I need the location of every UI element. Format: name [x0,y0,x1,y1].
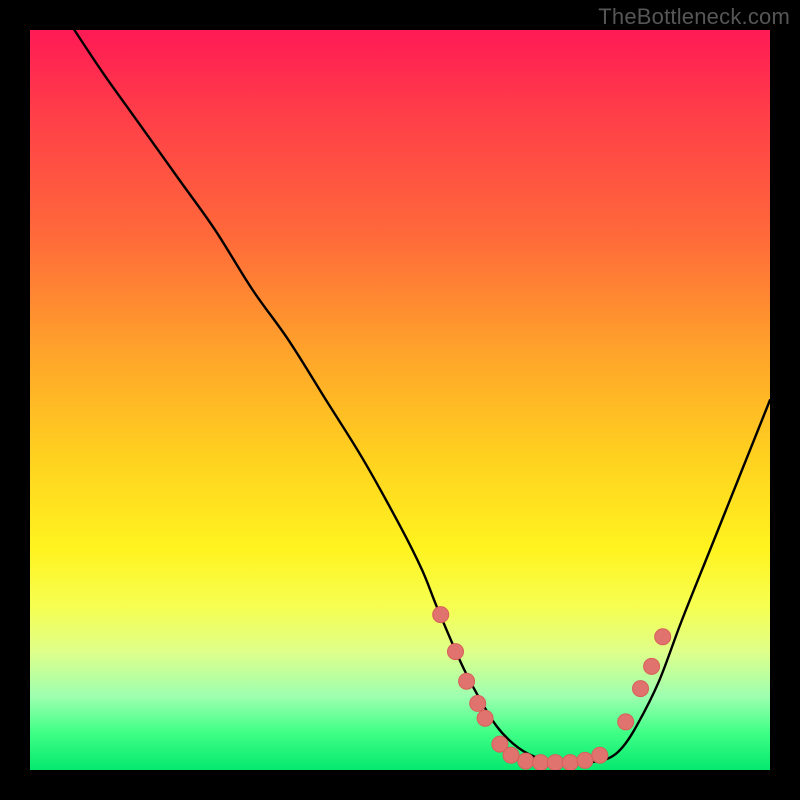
chart-frame: TheBottleneck.com [0,0,800,800]
curve-dot [633,681,649,697]
curve-dot [459,673,475,689]
curve-dot [470,695,486,711]
bottleneck-curve-svg [30,30,770,770]
curve-dot [562,755,578,770]
bottleneck-curve [74,30,770,763]
curve-dot [533,755,549,770]
plot-area [30,30,770,770]
watermark-text: TheBottleneck.com [598,4,790,30]
curve-dot [433,607,449,623]
curve-dot [618,714,634,730]
curve-dot [577,752,593,768]
curve-dot [518,753,534,769]
curve-dot [592,747,608,763]
curve-dot [503,747,519,763]
curve-dot [644,658,660,674]
curve-dot [655,629,671,645]
curve-dot [477,710,493,726]
curve-dot [448,644,464,660]
curve-dots [433,607,671,770]
curve-dot [547,755,563,770]
